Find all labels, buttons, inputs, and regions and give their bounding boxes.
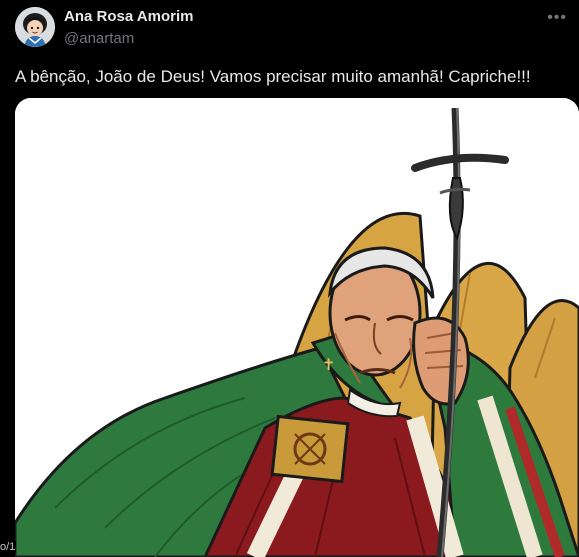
tweet-text: A bênção, João de Deus! Vamos precisar m… — [15, 67, 531, 86]
avatar-image — [15, 7, 55, 47]
author-handle[interactable]: @anartam — [64, 30, 134, 47]
more-options-button[interactable]: ••• — [547, 10, 567, 26]
svg-text:✝: ✝ — [322, 355, 335, 374]
author-avatar[interactable] — [15, 7, 55, 47]
tweet[interactable]: Ana Rosa Amorim @anartam ••• A bênção, J… — [0, 0, 579, 557]
author-name[interactable]: Ana Rosa Amorim — [64, 8, 193, 25]
edge-label: o/1 — [0, 541, 17, 553]
tweet-image[interactable]: ✝ — [15, 98, 579, 557]
ellipsis-icon: ••• — [547, 9, 567, 26]
illustration-pope-praying: ✝ — [15, 98, 579, 557]
